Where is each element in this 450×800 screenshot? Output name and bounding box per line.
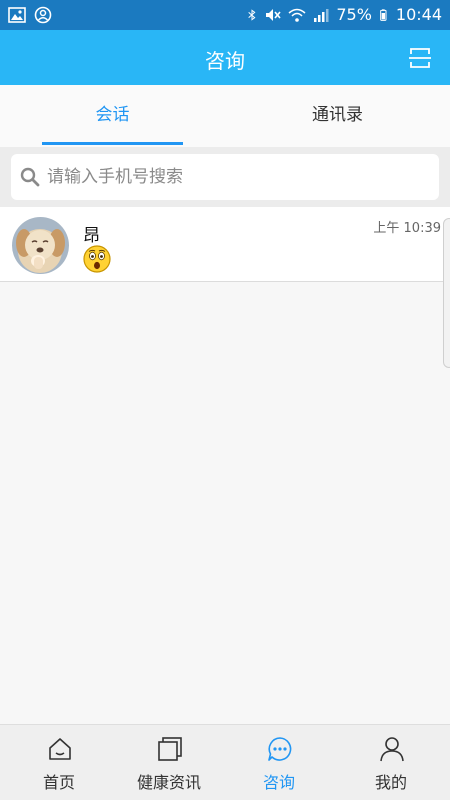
search-input[interactable]	[47, 154, 427, 200]
bottom-nav: 首页 健康资讯 咨询 我的	[0, 724, 450, 800]
search-bar	[0, 147, 450, 207]
nav-item-mine[interactable]: 我的	[335, 725, 447, 800]
wifi-icon	[288, 8, 306, 22]
nav-label: 咨询	[262, 773, 295, 792]
scan-icon[interactable]	[408, 46, 432, 70]
app-bar: 咨询	[0, 30, 450, 85]
account-circle-icon	[34, 6, 52, 24]
chat-icon	[268, 737, 292, 761]
avatar	[12, 217, 69, 274]
page-title: 咨询	[205, 49, 245, 73]
status-bar-right: 75% 10:44	[246, 5, 442, 24]
surprised-emoji-icon	[83, 245, 111, 273]
status-time: 10:44	[395, 5, 442, 24]
person-icon	[380, 737, 404, 762]
home-icon	[49, 738, 71, 760]
conversation-time: 上午 10:39	[373, 221, 441, 236]
mute-icon	[266, 8, 281, 21]
side-drawer-handle[interactable]	[443, 218, 450, 368]
signal-icon	[314, 8, 329, 22]
status-bar-left	[8, 6, 52, 24]
tab-conversations[interactable]: 会话	[42, 85, 183, 147]
list-item[interactable]: 昂 上午 10:39	[0, 207, 450, 282]
battery-icon	[380, 8, 387, 21]
nav-label: 我的	[374, 773, 407, 792]
search-box	[11, 154, 439, 200]
nav-label: 首页	[42, 773, 75, 792]
tab-indicator	[42, 142, 183, 145]
battery-percent: 75%	[336, 5, 372, 24]
status-bar: 75% 10:44	[0, 0, 450, 30]
search-icon	[20, 167, 40, 187]
tab-bar: 会话 通讯录	[0, 85, 450, 147]
news-icon	[158, 737, 182, 761]
nav-item-health-news[interactable]: 健康资讯	[113, 725, 225, 800]
nav-item-consult[interactable]: 咨询	[223, 725, 335, 800]
image-icon	[8, 7, 26, 23]
tab-contacts[interactable]: 通讯录	[267, 85, 408, 147]
bluetooth-icon	[248, 8, 256, 21]
conversation-list: 昂 上午 10:39	[0, 207, 450, 282]
conversation-name: 昂	[83, 226, 100, 246]
nav-label: 健康资讯	[136, 773, 201, 792]
nav-item-home[interactable]: 首页	[3, 725, 115, 800]
